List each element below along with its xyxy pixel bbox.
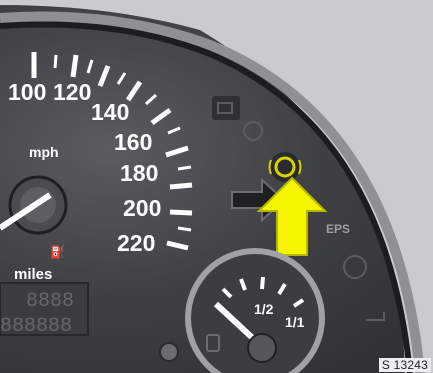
trip-reset-knob — [159, 342, 179, 362]
speed-label-180: 180 — [120, 160, 158, 186]
speed-label-120: 120 — [53, 79, 91, 105]
figure-reference-label: S 13243 — [378, 358, 431, 372]
instrument-cluster-photo: 100 120 140 160 180 200 220 mph ⛽ miles … — [0, 0, 433, 373]
faint-indicator-glyph: ⛽ — [50, 245, 65, 259]
odometer-digits: 888888 — [0, 315, 72, 338]
speed-label-200: 200 — [123, 195, 161, 221]
low-fuel-indicator-icon — [366, 312, 385, 321]
brake-warning-icon — [243, 121, 263, 141]
speed-label-140: 140 — [91, 99, 129, 125]
trip-counter-digits: 8888 — [26, 290, 74, 313]
traction-warning-icon — [343, 255, 367, 279]
fuel-half-label: 1/2 — [254, 301, 274, 317]
miles-unit-label: miles — [14, 266, 52, 283]
fuel-full-label: 1/1 — [285, 314, 305, 330]
battery-lamp-housing — [212, 96, 240, 120]
instrument-cluster-drawing: 100 120 140 160 180 200 220 mph ⛽ miles … — [0, 0, 433, 373]
speed-label-100: 100 — [8, 79, 46, 105]
speed-label-220: 220 — [117, 230, 155, 256]
mph-unit-label: mph — [29, 144, 59, 160]
speed-label-160: 160 — [114, 129, 152, 155]
eps-lamp-label: EPS — [326, 222, 350, 236]
fuel-gauge-needle-hub — [247, 333, 277, 363]
